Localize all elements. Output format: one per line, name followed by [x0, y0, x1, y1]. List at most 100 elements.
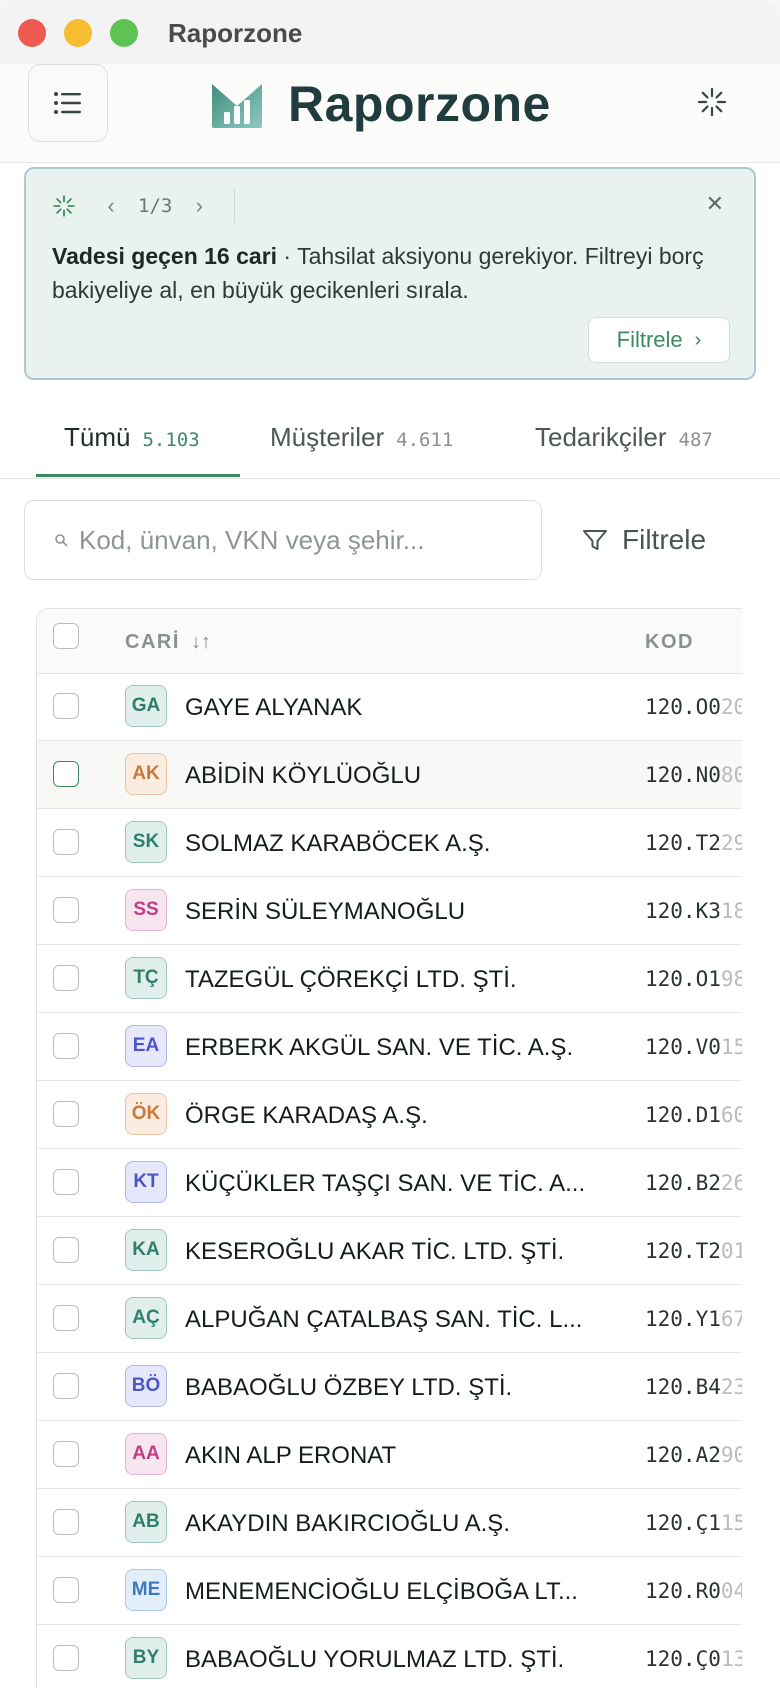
zoom-window-button[interactable] [110, 19, 138, 47]
account-code: 120.Ç013 [645, 1647, 745, 1671]
avatar: SK [125, 821, 167, 863]
account-name[interactable]: ALPUĞAN ÇATALBAŞ SAN. TİC. L... [185, 1306, 582, 1334]
account-name[interactable]: ERBERK AKGÜL SAN. VE TİC. A.Ş. [185, 1034, 573, 1062]
tab-suppliers[interactable]: Tedarikçiler 487 [535, 422, 713, 453]
row-checkbox[interactable] [53, 897, 79, 923]
filter-button[interactable]: Filtrele [582, 520, 706, 560]
avatar: BÖ [125, 1365, 167, 1407]
row-checkbox[interactable] [53, 965, 79, 991]
table-row[interactable]: BÖ BABAOĞLU ÖZBEY LTD. ŞTİ. 120.B423 [37, 1353, 745, 1421]
row-checkbox[interactable] [53, 1577, 79, 1603]
account-name[interactable]: KÜÇÜKLER TAŞÇI SAN. VE TİC. A... [185, 1170, 585, 1198]
row-checkbox[interactable] [53, 1441, 79, 1467]
chevron-left-icon[interactable]: ‹ [98, 193, 124, 219]
table-row[interactable]: KA KESEROĞLU AKAR TİC. LTD. ŞTİ. 120.T201 [37, 1217, 745, 1285]
row-checkbox[interactable] [53, 1509, 79, 1535]
account-name[interactable]: MENEMENCİOĞLU ELÇİBOĞA LT... [185, 1578, 578, 1606]
banner-divider [234, 189, 236, 223]
table-row[interactable]: ÖK ÖRGE KARADAŞ A.Ş. 120.D160 [37, 1081, 745, 1149]
minimize-window-button[interactable] [64, 19, 92, 47]
menu-button[interactable] [28, 64, 108, 142]
account-name[interactable]: SERİN SÜLEYMANOĞLU [185, 898, 465, 926]
hamburger-icon [54, 92, 81, 114]
brand[interactable]: Raporzone [210, 74, 551, 134]
table-row[interactable]: KT KÜÇÜKLER TAŞÇI SAN. VE TİC. A... 120.B2… [37, 1149, 745, 1217]
table-row[interactable]: AA AKIN ALP ERONAT 120.A290 [37, 1421, 745, 1489]
tab-customers[interactable]: Müşteriler 4.611 [270, 422, 453, 453]
table-row[interactable]: AB AKAYDIN BAKIRCIOĞLU A.Ş. 120.Ç115 [37, 1489, 745, 1557]
avatar: GA [125, 685, 167, 727]
chevron-right-icon[interactable]: › [186, 193, 212, 219]
column-header-label: CARİ [125, 631, 180, 653]
account-code-visible: 120.B4 [645, 1375, 721, 1399]
ai-assistant-button[interactable] [692, 82, 732, 122]
avatar: TÇ [125, 957, 167, 999]
column-header-kod[interactable]: KOD [645, 631, 694, 654]
account-name[interactable]: SOLMAZ KARABÖCEK A.Ş. [185, 830, 490, 858]
table-row[interactable]: AK ABİDİN KÖYLÜOĞLU 120.N080 [37, 741, 745, 809]
account-name[interactable]: TAZEGÜL ÇÖREKÇİ LTD. ŞTİ. [185, 966, 517, 994]
column-header-cari[interactable]: CARİ ↓↑ [125, 631, 211, 654]
select-all-checkbox[interactable] [53, 623, 79, 649]
account-code-visible: 120.D1 [645, 1103, 721, 1127]
tab-label: Müşteriler [270, 422, 385, 452]
account-code: 120.T229 [645, 831, 745, 855]
table-scroll-edge [742, 608, 780, 1688]
banner-headline: Vadesi geçen 16 cari [52, 243, 278, 269]
account-name[interactable]: BABAOĞLU YORULMAZ LTD. ŞTİ. [185, 1646, 564, 1674]
account-name[interactable]: ABİDİN KÖYLÜOĞLU [185, 762, 421, 790]
avatar: EA [125, 1025, 167, 1067]
table-row[interactable]: ME MENEMENCİOĞLU ELÇİBOĞA LT... 120.R004 [37, 1557, 745, 1625]
brand-name: Raporzone [288, 76, 551, 132]
search-input[interactable] [77, 523, 511, 557]
account-code-visible: 120.Ç1 [645, 1511, 721, 1535]
banner-filter-button[interactable]: Filtrele › [588, 317, 730, 363]
account-name[interactable]: KESEROĞLU AKAR TİC. LTD. ŞTİ. [185, 1238, 564, 1266]
row-checkbox[interactable] [53, 1373, 79, 1399]
tab-all[interactable]: Tümü 5.103 [64, 422, 200, 453]
avatar: AÇ [125, 1297, 167, 1339]
tab-count: 487 [678, 429, 713, 451]
insight-banner: ‹ 1/3 › ✕ Vadesi geçen 16 cari · Tahsila… [24, 167, 756, 380]
avatar: SS [125, 889, 167, 931]
account-name[interactable]: AKIN ALP ERONAT [185, 1442, 396, 1470]
close-icon[interactable]: ✕ [706, 191, 724, 217]
table-row[interactable]: GA GAYE ALYANAK 120.O020 [37, 673, 745, 741]
table-row[interactable]: SK SOLMAZ KARABÖCEK A.Ş. 120.T229 [37, 809, 745, 877]
close-window-button[interactable] [18, 19, 46, 47]
table-row[interactable]: TÇ TAZEGÜL ÇÖREKÇİ LTD. ŞTİ. 120.O198 [37, 945, 745, 1013]
account-name[interactable]: ÖRGE KARADAŞ A.Ş. [185, 1102, 428, 1130]
row-checkbox[interactable] [53, 1101, 79, 1127]
table-row[interactable]: BY BABAOĞLU YORULMAZ LTD. ŞTİ. 120.Ç013 [37, 1625, 745, 1688]
avatar: ÖK [125, 1093, 167, 1135]
account-name[interactable]: GAYE ALYANAK [185, 694, 362, 722]
account-name[interactable]: BABAOĞLU ÖZBEY LTD. ŞTİ. [185, 1374, 512, 1402]
account-code: 120.Y167 [645, 1307, 745, 1331]
banner-pager: ‹ 1/3 › [98, 193, 212, 219]
avatar: KT [125, 1161, 167, 1203]
row-checkbox[interactable] [53, 1305, 79, 1331]
sort-arrows-icon[interactable]: ↓↑ [191, 631, 211, 653]
row-checkbox[interactable] [53, 1645, 79, 1671]
tab-label: Tümü [64, 422, 131, 452]
row-checkbox[interactable] [53, 693, 79, 719]
account-code: 120.B226 [645, 1171, 745, 1195]
banner-toolbar: ‹ 1/3 › [52, 189, 236, 223]
banner-message: Vadesi geçen 16 cari · Tahsilat aksiyonu… [52, 239, 742, 307]
row-checkbox[interactable] [53, 1033, 79, 1059]
account-code-visible: 120.V0 [645, 1035, 721, 1059]
account-code-visible: 120.O1 [645, 967, 721, 991]
title-bar: Raporzone [0, 0, 780, 64]
active-tab-indicator [36, 474, 240, 477]
table-row[interactable]: AÇ ALPUĞAN ÇATALBAŞ SAN. TİC. L... 120.Y16… [37, 1285, 745, 1353]
row-checkbox[interactable] [53, 761, 79, 787]
account-name[interactable]: AKAYDIN BAKIRCIOĞLU A.Ş. [185, 1510, 510, 1538]
tab-count: 4.611 [396, 429, 454, 451]
table-row[interactable]: EA ERBERK AKGÜL SAN. VE TİC. A.Ş. 120.V015 [37, 1013, 745, 1081]
table-row[interactable]: SS SERİN SÜLEYMANOĞLU 120.K318 [37, 877, 745, 945]
row-checkbox[interactable] [53, 1169, 79, 1195]
row-checkbox[interactable] [53, 829, 79, 855]
row-checkbox[interactable] [53, 1237, 79, 1263]
window-title: Raporzone [168, 18, 303, 48]
search-box[interactable] [24, 500, 542, 580]
